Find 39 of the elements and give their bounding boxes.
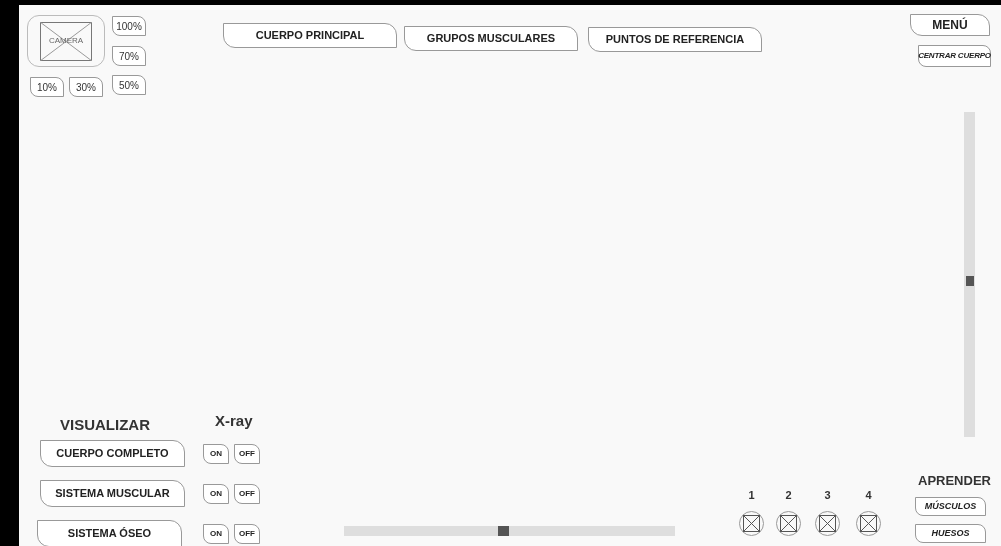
tab[interactable]: GRUPOS MUSCULARES xyxy=(404,26,578,51)
zoom-button[interactable]: 100% xyxy=(112,16,146,36)
menu-button[interactable]: MENÚ xyxy=(910,14,990,36)
view-button[interactable]: SISTEMA ÓSEO xyxy=(37,520,182,546)
slot-number: 2 xyxy=(784,488,793,503)
toggle-button[interactable]: ON xyxy=(203,444,229,464)
camera-label: CAMERA xyxy=(47,35,85,46)
view-button[interactable]: CUERPO COMPLETO xyxy=(40,440,185,467)
toggle-button[interactable]: OFF xyxy=(234,444,260,464)
xray-heading: X-ray xyxy=(215,411,253,431)
toggle-button[interactable]: ON xyxy=(203,484,229,504)
slot-number: 4 xyxy=(864,488,873,503)
toggle-button[interactable]: OFF xyxy=(234,484,260,504)
slot-number: 3 xyxy=(823,488,832,503)
tab[interactable]: CUERPO PRINCIPAL xyxy=(223,23,397,48)
learn-button[interactable]: MÚSCULOS xyxy=(915,497,986,516)
slider-thumb[interactable] xyxy=(497,526,509,536)
camera-placeholder-icon xyxy=(40,21,92,61)
horizontal-slider-track[interactable] xyxy=(344,526,675,536)
vertical-slider-track[interactable] xyxy=(964,112,975,437)
crossed-box-icon xyxy=(860,515,877,532)
zoom-button[interactable]: 50% xyxy=(112,75,146,95)
toggle-button[interactable]: OFF xyxy=(234,524,260,544)
center-body-button[interactable]: CENTRAR CUERPO xyxy=(918,45,991,67)
slot-number: 1 xyxy=(747,488,756,503)
crossed-box-icon xyxy=(743,515,760,532)
view-button[interactable]: SISTEMA MUSCULAR xyxy=(40,480,185,507)
tab[interactable]: PUNTOS DE REFERENCIA xyxy=(588,27,762,52)
learn-heading: APRENDER xyxy=(918,472,991,490)
slider-thumb[interactable] xyxy=(966,275,974,286)
zoom-button[interactable]: 30% xyxy=(69,77,103,97)
toggle-button[interactable]: ON xyxy=(203,524,229,544)
crossed-box-icon xyxy=(819,515,836,532)
visualize-heading: VISUALIZAR xyxy=(60,415,150,435)
learn-button[interactable]: HUESOS xyxy=(915,524,986,543)
zoom-button[interactable]: 70% xyxy=(112,46,146,66)
crossed-box-icon xyxy=(780,515,797,532)
zoom-button[interactable]: 10% xyxy=(30,77,64,97)
camera-panel[interactable]: CAMERA xyxy=(27,15,105,67)
